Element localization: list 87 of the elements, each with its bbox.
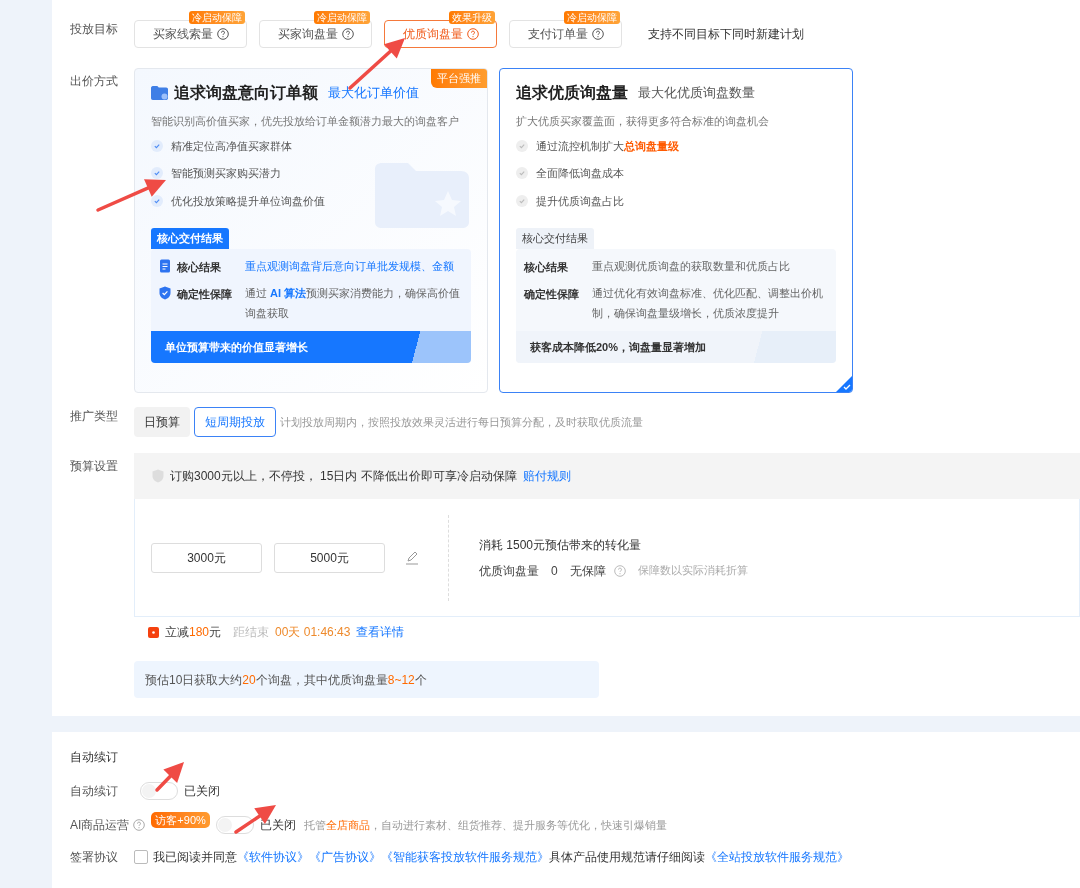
view-details-link[interactable]: 查看详情 (356, 623, 405, 641)
result-text: 重点观测优质询盘的获取数量和优质占比 (592, 259, 790, 274)
strategy-card[interactable]: 追求优质询盘量 最大化优质询盘数量 扩大优质买家覆盖面，获得更多符合标准的询盘机会 通过流控机制扩大总询盘量级 全面降低询盘成本 提升优质询盘占比 核心交付结果 核心结果 重点观测优质询盘的获取数量和优质占比 确定性保障 通过优化有效询盘标准、优化匹配、调整出价机制，确保询盘量级增长，优质浓度提升 获客成本降低20%，询盘量显著增加 (499, 68, 853, 393)
recommend-badge: 平台强推 (431, 69, 487, 88)
goal-badge: 冷启动保障 (189, 11, 245, 24)
selected-corner-icon (836, 376, 852, 392)
visitor-badge: 访客+90% (151, 811, 210, 829)
goal-badge: 效果升级 (449, 11, 495, 24)
card-description: 智能识别高价值买家，优先投放给订单金额潜力最大的询盘客户 (151, 114, 460, 129)
countdown-label: 距结束 (233, 624, 270, 641)
benefit-text: 智能预测买家购买潜力 (171, 166, 281, 181)
metric-label: 优质询盘量 (479, 562, 539, 580)
result-text: 通过优化有效询盘标准、优化匹配、调整出价机制，确保询盘量级增长，优质浓度提升 (592, 286, 824, 321)
guarantee-status: 无保障 (569, 562, 606, 580)
compensation-rules-link[interactable]: 赔付规则 (522, 467, 571, 485)
shield-check-icon (159, 286, 171, 300)
agreement-checkbox[interactable] (134, 850, 148, 864)
estimate-title: 消耗 1500元预估带来的转化量 (479, 536, 643, 554)
benefit-text: 全面降低询盘成本 (536, 166, 624, 181)
field-label: 签署协议 (70, 849, 119, 866)
guarantee-hint: 保障数以实际消耗折算 (637, 563, 748, 579)
result-label: 核心结果 (524, 260, 569, 275)
budget-amount-field[interactable]: 5000元 (274, 542, 385, 573)
estimate-banner: 预估10日获取大约20个询盘，其中优质询盘量8~12个 (134, 661, 599, 698)
goal-note: 支持不同目标下同时新建计划 (648, 26, 804, 43)
goal-badge: 冷启动保障 (564, 11, 620, 24)
agreement-link[interactable]: 《广告协议》 (309, 850, 381, 864)
result-label: 核心结果 (177, 260, 222, 275)
budget-amount-field[interactable]: 3000元 (151, 542, 262, 573)
field-label: 预算设置 (70, 458, 119, 475)
card-title: 追求询盘意向订单额 (174, 83, 318, 103)
goal-badge: 冷启动保障 (314, 11, 370, 24)
card-subtitle: 最大化订单价值 (328, 84, 419, 103)
help-icon (341, 28, 354, 40)
promo-type-option[interactable]: 短周期投放 (194, 407, 276, 437)
annotation-arrow (155, 762, 184, 792)
coupon-icon (148, 626, 159, 638)
benefit-text: 优化投放策略提升单位询盘价值 (171, 193, 325, 209)
benefit-text: 通过流控机制扩大总询盘量级 (536, 138, 679, 154)
toggle-hint: 托管全店商品，自动进行素材、组货推荐、提升服务等优化，快速引爆销量 (303, 817, 667, 833)
section-title: 自动续订 (70, 749, 119, 766)
field-label: 自动续订 (70, 783, 118, 800)
toggle-switch[interactable] (140, 782, 178, 800)
edit-icon[interactable] (405, 550, 419, 565)
benefit-text: 精准定位高净值买家群体 (171, 138, 292, 154)
result-text: 通过 AI 算法预测买家消费能力，确保高价值询盘获取 (245, 286, 462, 321)
result-footer: 获客成本降低20%，询盘量显著增加 (516, 331, 836, 363)
agreement-link[interactable]: 《软件协议》 (237, 850, 309, 864)
benefit-text: 提升优质询盘占比 (536, 193, 624, 209)
strategy-card[interactable]: 平台强推 追求询盘意向订单额 最大化订单价值 智能识别高价值买家，优先投放给订单金额潜力最大的询盘客户 精准定位高净值买家群体 智能预测买家购买潜力 优化投放策略提升单位询盘价值 核心交付结果 核心结果 重点观测询盘背后意向订单批发规模、金额 确定性保障 通过 AI 算法预测买家消费能力，确保高价值询盘获取 单位预算带来的价值显著增长 (134, 68, 488, 393)
annotation-arrow (96, 179, 166, 212)
field-label: 推广类型 (70, 408, 119, 425)
check-icon (151, 194, 163, 207)
help-icon (216, 28, 229, 40)
result-footer: 单位预算带来的价值显著增长 (151, 331, 471, 363)
notice-text: 订购3000元以上，不停投， 15日内 不降低出价即可享冷启动保障 (170, 468, 517, 485)
check-icon (151, 167, 163, 180)
toggle-status: 已关闭 (259, 817, 296, 834)
check-icon (516, 139, 528, 152)
toggle-status: 已关闭 (184, 783, 220, 800)
agreement-text: 我已阅读并同意《软件协议》《广告协议》《智能获客投放软件服务规范》具体产品使用规范请仔细阅读《全站投放软件服务规范》 (153, 849, 849, 866)
help-icon (613, 564, 626, 577)
result-tag: 核心交付结果 (151, 228, 229, 249)
metric-value: 0 (551, 562, 558, 580)
help-icon (591, 28, 604, 40)
folder-icon (151, 86, 168, 100)
check-icon (516, 194, 528, 207)
agreement-link[interactable]: 《智能获客投放软件服务规范》 (381, 850, 549, 864)
agreement-link[interactable]: 《全站投放软件服务规范》 (705, 850, 849, 864)
field-label: 投放目标 (70, 21, 119, 38)
promo-type-hint: 计划投放周期内，按照投放效果灵活进行每日预算分配，及时获取优质流量 (280, 414, 643, 430)
result-text: 重点观测询盘背后意向订单批发规模、金额 (245, 259, 454, 274)
check-icon (151, 139, 163, 152)
card-subtitle: 最大化优质询盘数量 (638, 84, 755, 103)
card-description: 扩大优质买家覆盖面，获得更多符合标准的询盘机会 (516, 114, 770, 129)
document-icon (159, 259, 171, 273)
discount-text: 立减180元 (165, 624, 222, 641)
card-title: 追求优质询盘量 (516, 83, 628, 103)
field-label: AI商品运营 (70, 817, 130, 834)
result-tag: 核心交付结果 (516, 228, 594, 249)
help-icon (466, 28, 479, 40)
check-icon (516, 167, 528, 180)
field-label: 出价方式 (70, 73, 119, 90)
result-label: 确定性保障 (524, 287, 580, 302)
promo-type-option[interactable]: 日预算 (134, 407, 190, 437)
result-label: 确定性保障 (177, 287, 233, 302)
countdown-timer: 00天 01:46:43 (275, 624, 351, 641)
